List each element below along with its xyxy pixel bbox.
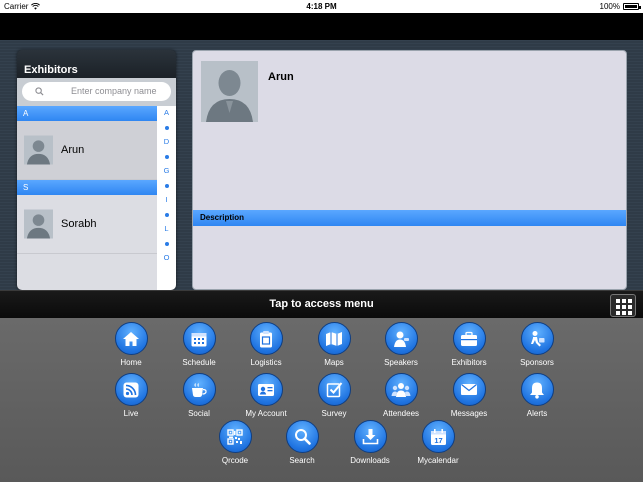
id-card-icon bbox=[249, 373, 283, 406]
map-icon bbox=[317, 322, 351, 355]
menu-item-alerts[interactable]: Alerts bbox=[507, 373, 567, 418]
mycalendar-icon: 17 bbox=[421, 420, 455, 453]
exhibitor-name: Arun bbox=[61, 144, 85, 156]
menu-item-label: Alerts bbox=[526, 409, 548, 418]
menu-item-label: Survey bbox=[321, 409, 347, 418]
index-dot[interactable] bbox=[157, 121, 176, 136]
index-letter[interactable]: L bbox=[157, 222, 176, 237]
index-dot[interactable] bbox=[157, 150, 176, 165]
search-icon bbox=[285, 420, 319, 453]
avatar bbox=[24, 209, 53, 239]
menu-item-label: Qrcode bbox=[221, 456, 249, 465]
menu-item-mycalendar[interactable]: 17 Mycalendar bbox=[408, 420, 468, 465]
status-bar: Carrier 4:18 PM 100% bbox=[0, 0, 643, 13]
menu-item-label: Social bbox=[188, 409, 210, 418]
qrcode-icon bbox=[218, 420, 252, 453]
menu-item-home[interactable]: Home bbox=[101, 322, 161, 367]
menu-item-label: Downloads bbox=[350, 456, 390, 465]
menu-item-label: Logistics bbox=[250, 358, 282, 367]
index-dot[interactable] bbox=[157, 208, 176, 223]
clipboard-icon bbox=[249, 322, 283, 355]
search-placeholder: Enter company name bbox=[71, 86, 157, 96]
exhibitors-panel: Exhibitors Enter company name A Arun S S… bbox=[17, 50, 176, 290]
menu-item-label: Messages bbox=[450, 409, 488, 418]
menu-item-label: Schedule bbox=[182, 358, 216, 367]
index-letter[interactable]: G bbox=[157, 164, 176, 179]
menu-item-schedule[interactable]: Schedule bbox=[169, 322, 229, 367]
menu-item-qrcode[interactable]: Qrcode bbox=[205, 420, 265, 465]
menu-item-exhibitors[interactable]: Exhibitors bbox=[439, 322, 499, 367]
menu-item-label: Home bbox=[120, 358, 142, 367]
menu-item-label: My Account bbox=[245, 409, 287, 418]
speaker-icon bbox=[384, 322, 418, 355]
envelope-icon bbox=[452, 373, 486, 406]
menu-item-label: Sponsors bbox=[520, 358, 554, 367]
menu-caption: Tap to access menu bbox=[269, 298, 374, 310]
index-dot[interactable] bbox=[157, 179, 176, 194]
menu-bar[interactable]: Tap to access menu bbox=[0, 290, 643, 318]
group-icon bbox=[384, 373, 418, 406]
rss-icon bbox=[114, 373, 148, 406]
menu-item-my-account[interactable]: My Account bbox=[236, 373, 296, 418]
menu-item-label: Speakers bbox=[384, 358, 418, 367]
exhibitor-name: Sorabh bbox=[61, 218, 97, 230]
bell-icon bbox=[520, 373, 554, 406]
sponsor-icon bbox=[520, 322, 554, 355]
index-dot[interactable] bbox=[157, 237, 176, 252]
list-item[interactable]: Sorabh bbox=[17, 195, 157, 254]
battery-indicator: 100% bbox=[599, 2, 641, 11]
grid-menu-button[interactable] bbox=[610, 294, 636, 317]
menu-item-label: Search bbox=[289, 456, 315, 465]
menu-item-attendees[interactable]: Attendees bbox=[371, 373, 431, 418]
menu-item-downloads[interactable]: Downloads bbox=[340, 420, 400, 465]
menu-item-label: Live bbox=[123, 409, 139, 418]
exhibitor-detail-panel: Arun Description bbox=[192, 50, 627, 290]
index-letter[interactable]: D bbox=[157, 135, 176, 150]
menu-item-speakers[interactable]: Speakers bbox=[371, 322, 431, 367]
menu-item-label: Attendees bbox=[382, 409, 420, 418]
calendar-icon bbox=[182, 322, 216, 355]
battery-icon bbox=[623, 3, 641, 10]
menu-item-maps[interactable]: Maps bbox=[304, 322, 364, 367]
menu-item-label: Mycalendar bbox=[417, 456, 459, 465]
avatar bbox=[24, 135, 53, 165]
coffee-icon bbox=[182, 373, 216, 406]
menu-item-messages[interactable]: Messages bbox=[439, 373, 499, 418]
section-index[interactable]: A D G I L O bbox=[157, 106, 176, 290]
menu-item-logistics[interactable]: Logistics bbox=[236, 322, 296, 367]
calendar-day: 17 bbox=[434, 436, 442, 445]
section-header-a: A bbox=[17, 106, 157, 121]
exhibitors-title: Exhibitors bbox=[17, 50, 176, 78]
status-time: 4:18 PM bbox=[306, 2, 337, 11]
section-header-s: S bbox=[17, 180, 157, 195]
index-letter[interactable]: A bbox=[157, 106, 176, 121]
avatar bbox=[201, 61, 258, 122]
search-bar: Enter company name bbox=[17, 78, 176, 106]
briefcase-icon bbox=[452, 322, 486, 355]
exhibitor-list: A Arun S Sorabh bbox=[17, 106, 157, 290]
index-letter[interactable]: I bbox=[157, 193, 176, 208]
search-icon bbox=[35, 87, 44, 96]
menu-item-sponsors[interactable]: Sponsors bbox=[507, 322, 567, 367]
list-item[interactable]: Arun bbox=[17, 121, 157, 180]
menu-item-search[interactable]: Search bbox=[272, 420, 332, 465]
index-letter[interactable]: O bbox=[157, 251, 176, 266]
menu-item-live[interactable]: Live bbox=[101, 373, 161, 418]
menu-item-label: Exhibitors bbox=[451, 358, 487, 367]
menu-item-label: Maps bbox=[324, 358, 344, 367]
exhibitor-detail-name: Arun bbox=[268, 71, 294, 83]
menu-item-social[interactable]: Social bbox=[169, 373, 229, 418]
menu-item-survey[interactable]: Survey bbox=[304, 373, 364, 418]
checkbox-icon bbox=[317, 373, 351, 406]
home-icon bbox=[114, 322, 148, 355]
battery-percent: 100% bbox=[599, 2, 620, 11]
description-header: Description bbox=[193, 210, 626, 226]
navigation-bar bbox=[0, 13, 643, 40]
menu-grid: Home Schedule Logistics Maps Speakers Ex… bbox=[0, 318, 643, 482]
download-icon bbox=[353, 420, 387, 453]
company-search-input[interactable]: Enter company name bbox=[22, 82, 171, 101]
